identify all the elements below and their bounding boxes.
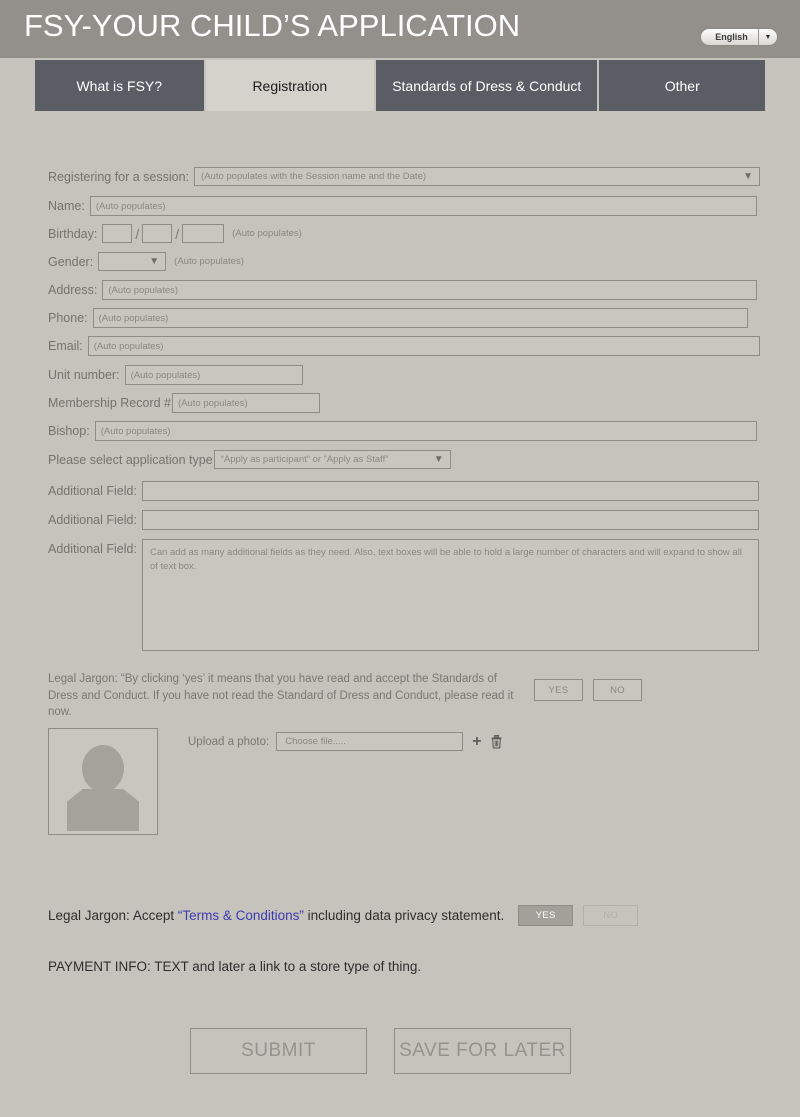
unit-number-label: Unit number: — [48, 368, 120, 382]
birthday-separator: / — [135, 225, 140, 242]
email-label: Email: — [48, 339, 83, 353]
submit-button[interactable]: SUBMIT — [190, 1028, 367, 1074]
avatar-icon — [82, 745, 124, 792]
name-input-value: (Auto populates) — [95, 200, 166, 212]
legal-dress-conduct-yesno: YES NO — [534, 679, 642, 701]
field-row-additional-3: Additional Field: Can add as many additi… — [48, 539, 759, 651]
field-row-additional-2: Additional Field: — [48, 510, 759, 530]
terms-yesno: YES NO — [518, 905, 639, 926]
terms-yes-button[interactable]: YES — [518, 905, 574, 926]
terms-prefix: Legal Jargon: Accept — [48, 908, 178, 923]
additional-field-3-value: Can add as many additional fields as the… — [149, 547, 742, 573]
field-row-gender: Gender: ▼ (Auto populates) — [48, 252, 244, 271]
legal-dress-no-button[interactable]: NO — [593, 679, 642, 701]
chevron-down-icon: ▼ — [764, 33, 772, 41]
additional-field-2-label: Additional Field: — [48, 513, 137, 527]
phone-input-value: (Auto populates) — [98, 312, 169, 324]
chevron-down-icon: ▼ — [433, 453, 444, 465]
email-input-value: (Auto populates) — [93, 340, 164, 352]
choose-file-input[interactable]: Choose file..... — [276, 732, 464, 751]
trash-icon[interactable] — [490, 734, 503, 749]
tab-standards-of-dress-and-conduct[interactable]: Standards of Dress & Conduct — [376, 60, 598, 111]
bishop-input-value: (Auto populates) — [100, 425, 171, 437]
tab-bar: What is FSY? Registration Standards of D… — [35, 60, 765, 111]
tab-other[interactable]: Other — [599, 60, 765, 111]
field-row-address: Address: (Auto populates) — [48, 280, 758, 300]
form-actions: SUBMIT SAVE FOR LATER — [190, 1028, 571, 1074]
field-row-additional-1: Additional Field: — [48, 481, 759, 501]
terms-and-conditions-link[interactable]: “Terms & Conditions” — [178, 908, 304, 923]
language-selector-label: English — [715, 32, 748, 42]
additional-field-3-textarea[interactable]: Can add as many additional fields as the… — [141, 539, 759, 651]
application-type-select[interactable]: “Apply as participant” or “Apply as Staf… — [213, 450, 451, 469]
address-input-value: (Auto populates) — [108, 284, 179, 296]
app-header: FSY-YOUR CHILD’S APPLICATION English ▼ — [0, 0, 800, 58]
phone-input[interactable]: (Auto populates) — [92, 308, 748, 328]
field-row-unit-number: Unit number: (Auto populates) — [48, 365, 303, 385]
bishop-input[interactable]: (Auto populates) — [94, 421, 757, 441]
legal-dress-yes-button[interactable]: YES — [534, 679, 583, 701]
birthday-label: Birthday: — [48, 226, 98, 241]
avatar-icon — [67, 789, 139, 831]
terms-suffix: including data privacy statement. — [303, 908, 505, 923]
unit-number-input[interactable]: (Auto populates) — [124, 365, 303, 385]
chevron-down-icon: ▼ — [149, 255, 160, 267]
save-for-later-button[interactable]: SAVE FOR LATER — [394, 1028, 571, 1074]
gender-hint: (Auto populates) — [174, 256, 244, 267]
gender-select[interactable]: ▼ — [98, 252, 167, 271]
birthday-month-input[interactable] — [102, 224, 133, 243]
email-input[interactable]: (Auto populates) — [87, 336, 760, 356]
terms-row: Legal Jargon: Accept “Terms & Conditions… — [48, 905, 748, 926]
registration-form: Registering for a session: (Auto populat… — [0, 111, 800, 1117]
phone-label: Phone: — [48, 311, 88, 325]
birthday-separator: / — [175, 225, 180, 242]
choose-file-placeholder: Choose file..... — [285, 736, 346, 747]
field-row-bishop: Bishop: (Auto populates) — [48, 421, 757, 441]
field-row-application-type: Please select application type “Apply as… — [48, 450, 451, 469]
name-input[interactable]: (Auto populates) — [89, 196, 757, 216]
page-title: FSY-YOUR CHILD’S APPLICATION — [24, 8, 521, 43]
field-row-name: Name: (Auto populates) — [48, 196, 757, 216]
session-select-value: (Auto populates with the Session name an… — [201, 171, 427, 182]
plus-icon[interactable]: + — [472, 733, 481, 750]
address-input[interactable]: (Auto populates) — [102, 280, 758, 300]
field-row-birthday: Birthday: / / (Auto populates) — [48, 224, 302, 243]
session-select[interactable]: (Auto populates with the Session name an… — [194, 167, 761, 186]
birthday-year-input[interactable] — [182, 224, 225, 243]
tab-what-is-fsy[interactable]: What is FSY? — [35, 60, 204, 111]
photo-preview[interactable] — [48, 728, 158, 835]
additional-field-1-label: Additional Field: — [48, 484, 137, 498]
membership-record-input[interactable]: (Auto populates) — [171, 393, 320, 413]
membership-record-input-value: (Auto populates) — [177, 397, 248, 409]
membership-record-label: Membership Record # — [48, 396, 171, 410]
application-type-label: Please select application type — [48, 452, 213, 467]
legal-dress-conduct-text: Legal Jargon: “By clicking ‘yes’ it mean… — [48, 673, 514, 719]
chevron-down-icon: ▼ — [743, 170, 754, 182]
birthday-hint: (Auto populates) — [232, 228, 302, 239]
gender-label: Gender: — [48, 254, 94, 269]
birthday-day-input[interactable] — [142, 224, 173, 243]
field-row-session: Registering for a session: (Auto populat… — [48, 167, 761, 186]
terms-no-button[interactable]: NO — [583, 905, 639, 926]
tab-registration[interactable]: Registration — [205, 60, 375, 111]
bishop-label: Bishop: — [48, 424, 90, 438]
additional-field-2-input[interactable] — [141, 510, 759, 530]
additional-field-3-label: Additional Field: — [48, 542, 137, 556]
photo-upload-row: Upload a photo: Choose file..... + — [188, 732, 503, 751]
session-label: Registering for a session: — [48, 169, 190, 184]
application-type-select-value: “Apply as participant” or “Apply as Staf… — [220, 454, 389, 465]
name-label: Name: — [48, 199, 85, 213]
additional-field-1-input[interactable] — [141, 481, 759, 501]
address-label: Address: — [48, 283, 98, 297]
upload-photo-label: Upload a photo: — [188, 735, 270, 748]
unit-number-input-value: (Auto populates) — [130, 369, 201, 381]
terms-text: Legal Jargon: Accept “Terms & Conditions… — [48, 908, 504, 923]
field-row-membership-record: Membership Record # (Auto populates) — [48, 393, 320, 413]
field-row-phone: Phone: (Auto populates) — [48, 308, 748, 328]
field-row-email: Email: (Auto populates) — [48, 336, 760, 356]
language-selector[interactable]: English ▼ — [700, 28, 778, 46]
payment-info-text: PAYMENT INFO: TEXT and later a link to a… — [48, 959, 422, 974]
